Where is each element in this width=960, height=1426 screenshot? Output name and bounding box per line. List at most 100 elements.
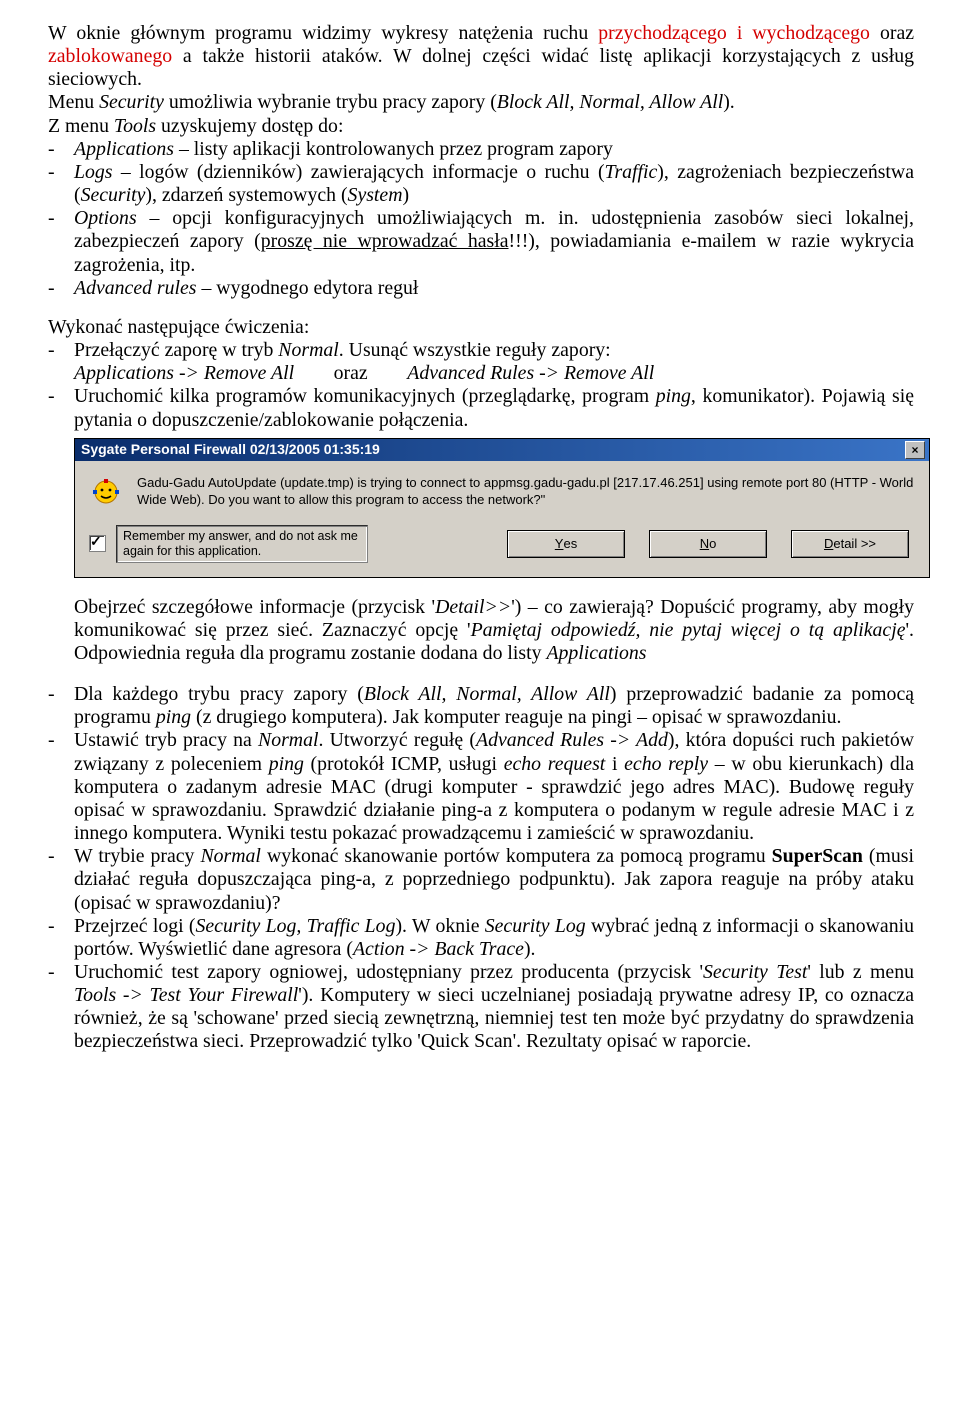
dialog-title: Sygate Personal Firewall 02/13/2005 01:3… xyxy=(81,441,380,457)
italic-applications: Applications xyxy=(546,642,646,664)
text: etail >> xyxy=(833,536,876,551)
italic-normal: Normal xyxy=(278,339,338,361)
italic-security-log: Security Log xyxy=(485,915,586,937)
list-item: - Uruchomić test zapory ogniowej, udostę… xyxy=(48,961,914,1054)
dash-bullet: - xyxy=(48,961,74,984)
italic-logs-list: Security Log, Traffic Log xyxy=(196,915,396,937)
document-page: W oknie głównym programu widzimy wykresy… xyxy=(0,0,960,1094)
dash-bullet: - xyxy=(48,385,74,408)
text: – listy aplikacji kontrolowanych przez p… xyxy=(174,138,613,160)
dialog-body: Gadu-Gadu AutoUpdate (update.tmp) is try… xyxy=(75,461,929,519)
text: Obejrzeć szczegółowe informacje (przycis… xyxy=(74,596,435,618)
italic-advanced-rules: Advanced rules xyxy=(74,277,197,299)
text: . Utworzyć regułę ( xyxy=(318,729,476,751)
text: es xyxy=(563,536,577,551)
yes-button[interactable]: Yes xyxy=(507,530,625,558)
no-button[interactable]: No xyxy=(649,530,767,558)
list-item-body: Applications – listy aplikacji kontrolow… xyxy=(74,138,914,161)
text: . Usunąć wszystkie reguły zapory: xyxy=(339,339,611,361)
firewall-dialog: Sygate Personal Firewall 02/13/2005 01:3… xyxy=(74,438,930,578)
text: ), zdarzeń systemowych ( xyxy=(145,184,347,206)
remember-label: Remember my answer, and do not ask me ag… xyxy=(116,525,368,563)
list-item-body: Przejrzeć logi (Security Log, Traffic Lo… xyxy=(74,915,914,961)
italic-apps-removeall: Applications -> Remove All xyxy=(74,362,294,384)
remember-checkbox[interactable] xyxy=(89,535,106,552)
italic-applications: Applications xyxy=(74,138,174,160)
italic-tools-testfirewall: Tools -> Test Your Firewall xyxy=(74,984,298,1006)
text: ). xyxy=(723,91,735,113)
text: Ustawić tryb pracy na xyxy=(74,729,258,751)
close-button[interactable]: × xyxy=(905,441,925,459)
text: Z menu xyxy=(48,115,114,137)
italic-modes: Block All, Normal, Allow All xyxy=(497,91,723,113)
exercise-list: - Przełączyć zaporę w tryb Normal. Usuną… xyxy=(48,339,914,362)
tools-menu-list: - Applications – listy aplikacji kontrol… xyxy=(48,138,914,300)
italic-options: Options xyxy=(74,207,137,229)
text: oraz xyxy=(870,22,914,44)
italic-detail: Detail>> xyxy=(435,596,511,618)
italic-normal: Normal xyxy=(258,729,318,751)
italic-normal: Normal xyxy=(200,845,260,867)
text: (protokół ICMP, usługi xyxy=(304,753,504,775)
text: – wygodnego edytora reguł xyxy=(197,277,419,299)
tools-intro-paragraph: Z menu Tools uzyskujemy dostęp do: xyxy=(48,115,914,138)
text: ). xyxy=(524,938,536,960)
list-item: - Applications – listy aplikacji kontrol… xyxy=(48,138,914,161)
text: Uruchomić kilka programów komunikacyjnyc… xyxy=(74,385,656,407)
dash-bullet: - xyxy=(48,138,74,161)
close-icon: × xyxy=(911,444,918,456)
dash-bullet: - xyxy=(48,915,74,938)
bold-superscan: SuperScan xyxy=(772,845,863,867)
dash-bullet: - xyxy=(48,277,74,300)
italic-ping: ping xyxy=(156,706,191,728)
italic-security: Security xyxy=(99,91,164,113)
mnemonic: D xyxy=(824,536,833,551)
exercise1-line2: Applications -> Remove All oraz Advanced… xyxy=(48,362,914,385)
list-item: - Dla każdego trybu pracy zapory (Block … xyxy=(48,683,914,729)
italic-system: System xyxy=(348,184,403,206)
remember-wrap: Remember my answer, and do not ask me ag… xyxy=(89,525,368,563)
italic-modes: Block All, Normal, Allow All xyxy=(364,683,610,705)
dash-bullet: - xyxy=(48,845,74,868)
text: umożliwia wybranie trybu pracy zapory ( xyxy=(164,91,497,113)
dash-bullet: - xyxy=(48,729,74,752)
underline-no-password: proszę nie wprowadzać hasła xyxy=(261,230,509,252)
mnemonic: N xyxy=(700,536,709,551)
text: Menu xyxy=(48,91,99,113)
app-icon xyxy=(89,475,123,509)
text: W oknie głównym programu widzimy wykresy… xyxy=(48,22,598,44)
text: ). W oknie xyxy=(395,915,484,937)
text: ) xyxy=(402,184,409,206)
list-item: - Advanced rules – wygodnego edytora reg… xyxy=(48,277,914,300)
text: ' lub z menu xyxy=(807,961,914,983)
dialog-bottom-row: Remember my answer, and do not ask me ag… xyxy=(75,519,929,577)
list-item-body: Dla każdego trybu pracy zapory (Block Al… xyxy=(74,683,914,729)
dash-bullet: - xyxy=(48,161,74,184)
list-item-body: Uruchomić test zapory ogniowej, udostępn… xyxy=(74,961,914,1054)
after-dialog-paragraph: Obejrzeć szczegółowe informacje (przycis… xyxy=(48,596,914,665)
italic-ping: ping xyxy=(269,753,304,775)
text: – logów (dzienników) zawierających infor… xyxy=(112,161,604,183)
list-item-body: Uruchomić kilka programów komunikacyjnyc… xyxy=(74,385,914,431)
list-item-body: Ustawić tryb pracy na Normal. Utworzyć r… xyxy=(74,729,914,845)
text-red-incoming-outgoing: przychodzącego i wychodzącego xyxy=(598,22,870,44)
italic-traffic: Traffic xyxy=(605,161,658,183)
intro-paragraph: W oknie głównym programu widzimy wykresy… xyxy=(48,22,914,91)
list-item-body: Logs – logów (dzienników) zawierających … xyxy=(74,161,914,207)
menu-security-paragraph: Menu Security umożliwia wybranie trybu p… xyxy=(48,91,914,114)
italic-tools: Tools xyxy=(114,115,156,137)
italic-security-log: Security xyxy=(81,184,146,206)
italic-security-test: Security Test xyxy=(703,961,807,983)
list-item-body: Advanced rules – wygodnego edytora reguł xyxy=(74,277,914,300)
italic-advrules-add: Advanced Rules -> Add xyxy=(476,729,668,751)
mnemonic: Y xyxy=(555,536,564,551)
italic-remember-option: Pamiętaj odpowiedź, nie pytaj więcej o t… xyxy=(471,619,906,641)
dialog-buttons: Yes No Detail >> xyxy=(507,530,909,558)
text: Przełączyć zaporę w tryb xyxy=(74,339,278,361)
text: Przejrzeć logi ( xyxy=(74,915,196,937)
text: W trybie pracy xyxy=(74,845,200,867)
list-item: - Options – opcji konfiguracyjnych umożl… xyxy=(48,207,914,276)
italic-ping: ping xyxy=(656,385,691,407)
list-item: - Uruchomić kilka programów komunikacyjn… xyxy=(48,385,914,431)
detail-button[interactable]: Detail >> xyxy=(791,530,909,558)
